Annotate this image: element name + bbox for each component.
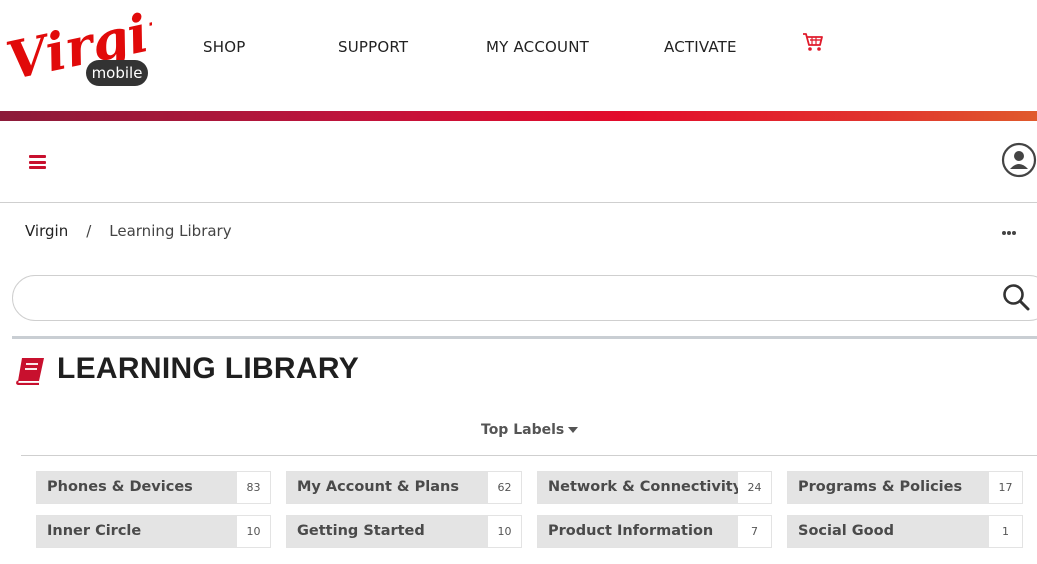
label-chip-social-good[interactable]: Social Good 1 bbox=[787, 515, 1023, 548]
book-icon bbox=[16, 358, 44, 385]
label-name: Inner Circle bbox=[37, 516, 237, 547]
label-name: Network & Connectivity bbox=[538, 472, 738, 503]
label-chip-my-account-plans[interactable]: My Account & Plans 62 bbox=[286, 471, 522, 504]
label-count: 10 bbox=[488, 516, 521, 547]
label-chip-programs-policies[interactable]: Programs & Policies 17 bbox=[787, 471, 1023, 504]
label-name: Programs & Policies bbox=[788, 472, 989, 503]
brand-gradient-bar bbox=[0, 111, 1037, 121]
section-divider bbox=[12, 336, 1037, 339]
label-chip-phones-devices[interactable]: Phones & Devices 83 bbox=[36, 471, 271, 504]
logo-sub-text: mobile bbox=[92, 64, 143, 82]
label-chip-network-connectivity[interactable]: Network & Connectivity 24 bbox=[537, 471, 772, 504]
breadcrumb: Virgin / Learning Library bbox=[25, 222, 232, 240]
label-count: 24 bbox=[738, 472, 771, 503]
caret-down-icon bbox=[568, 427, 579, 433]
label-chip-inner-circle[interactable]: Inner Circle 10 bbox=[36, 515, 271, 548]
search-icon[interactable] bbox=[1002, 283, 1030, 311]
hamburger-menu-icon[interactable] bbox=[29, 155, 46, 169]
label-name: Social Good bbox=[788, 516, 989, 547]
breadcrumb-separator: / bbox=[86, 222, 92, 240]
search-input[interactable] bbox=[33, 276, 993, 320]
label-name: My Account & Plans bbox=[287, 472, 488, 503]
top-labels-dropdown[interactable]: Top Labels bbox=[481, 422, 579, 438]
label-count: 83 bbox=[237, 472, 270, 503]
label-chip-getting-started[interactable]: Getting Started 10 bbox=[286, 515, 522, 548]
breadcrumb-root[interactable]: Virgin bbox=[25, 222, 68, 240]
page-title: LEARNING LIBRARY bbox=[57, 352, 360, 385]
label-name: Phones & Devices bbox=[37, 472, 237, 503]
label-count: 17 bbox=[989, 472, 1022, 503]
nav-activate[interactable]: ACTIVATE bbox=[664, 38, 737, 56]
label-count: 62 bbox=[488, 472, 521, 503]
label-name: Product Information bbox=[538, 516, 738, 547]
divider bbox=[0, 202, 1037, 203]
nav-support[interactable]: SUPPORT bbox=[338, 38, 408, 56]
top-labels-heading: Top Labels bbox=[481, 422, 565, 438]
label-count: 10 bbox=[237, 516, 270, 547]
search-bar bbox=[12, 275, 1037, 321]
label-count: 7 bbox=[738, 516, 771, 547]
cart-icon[interactable] bbox=[802, 32, 824, 52]
user-icon[interactable] bbox=[1001, 142, 1037, 178]
divider bbox=[21, 455, 1037, 456]
label-count: 1 bbox=[989, 516, 1022, 547]
nav-my-account[interactable]: MY ACCOUNT bbox=[486, 38, 589, 56]
label-name: Getting Started bbox=[287, 516, 488, 547]
nav-shop[interactable]: SHOP bbox=[203, 38, 245, 56]
breadcrumb-current: Learning Library bbox=[109, 222, 232, 240]
virgin-mobile-logo[interactable]: Virgin mobile bbox=[6, 10, 152, 110]
top-header: Virgin mobile SHOP SUPPORT MY ACCOUNT AC… bbox=[0, 0, 1037, 111]
more-icon[interactable] bbox=[1001, 230, 1017, 236]
label-chip-product-information[interactable]: Product Information 7 bbox=[537, 515, 772, 548]
